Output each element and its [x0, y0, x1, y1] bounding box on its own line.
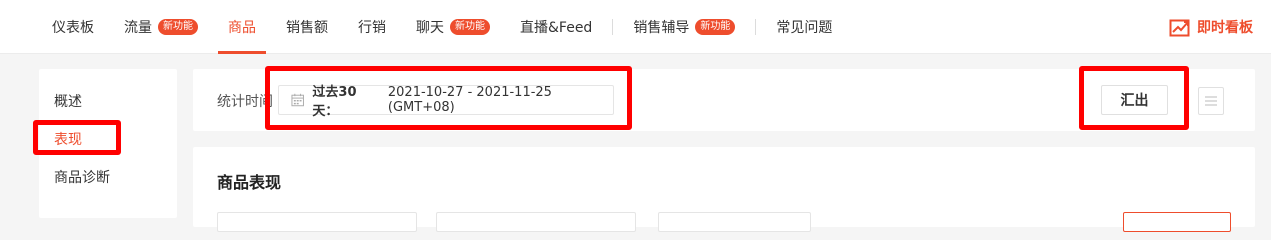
top-navigation: 仪表板 流量 新功能 商品 销售额 行销 聊天 新功能 直播&Feed 销售辅导…	[0, 0, 1271, 54]
nav-item-products[interactable]: 商品	[218, 0, 266, 54]
sidebar-item-label: 表现	[54, 132, 82, 148]
trend-chart-icon	[1169, 19, 1190, 37]
action-button[interactable]	[1123, 212, 1231, 232]
nav-item-dashboard[interactable]: 仪表板	[52, 0, 94, 54]
nav-item-chat[interactable]: 聊天 新功能	[416, 0, 490, 54]
export-button[interactable]: 汇出	[1101, 85, 1168, 115]
product-performance-card: 商品表现	[193, 147, 1255, 232]
new-feature-badge: 新功能	[158, 19, 198, 35]
sidebar-item-performance[interactable]: 表现	[54, 129, 82, 149]
sidebar-item-product-diagnosis[interactable]: 商品诊断	[54, 167, 110, 187]
realtime-dashboard-link[interactable]: 即时看板	[1169, 0, 1253, 54]
nav-item-label: 销售额	[286, 20, 328, 36]
nav-divider	[612, 19, 614, 35]
nav-item-label: 聊天	[416, 20, 444, 36]
new-feature-badge: 新功能	[695, 19, 736, 35]
section-title: 商品表现	[217, 173, 282, 192]
filter-bar: 统计时间 过去30 天： 2021-10-27 - 2021-11-25 (GM…	[193, 69, 1255, 131]
date-range-picker[interactable]: 过去30 天： 2021-10-27 - 2021-11-25 (GMT+08)	[278, 85, 614, 119]
nav-item-livestream-feed[interactable]: 直播&Feed	[520, 0, 592, 54]
calendar-icon	[291, 93, 304, 107]
new-feature-badge: 新功能	[450, 19, 490, 35]
main-nav: 仪表板 流量 新功能 商品 销售额 行销 聊天 新功能 直播&Feed 销售辅导…	[52, 0, 862, 54]
nav-item-label: 常见问题	[776, 20, 833, 36]
nav-item-label: 直播&Feed	[520, 20, 593, 36]
nav-item-label: 商品	[228, 20, 256, 36]
sidebar: 概述 表现 商品诊断	[39, 69, 177, 218]
menu-icon	[1205, 96, 1217, 106]
nav-item-label: 流量	[124, 20, 152, 36]
nav-divider	[755, 19, 757, 35]
sidebar-item-label: 概述	[54, 94, 82, 110]
nav-item-sales-coaching[interactable]: 销售辅导 新功能	[633, 0, 736, 54]
nav-item-marketing[interactable]: 行销	[358, 0, 386, 54]
metric-filter-box[interactable]	[217, 212, 417, 232]
nav-item-traffic[interactable]: 流量 新功能	[124, 0, 198, 54]
nav-item-faq[interactable]: 常见问题	[776, 0, 832, 54]
menu-button[interactable]	[1198, 87, 1224, 115]
nav-item-label: 销售辅导	[633, 20, 690, 36]
date-range-prefix: 过去30 天：	[312, 85, 357, 119]
nav-item-label: 行销	[358, 20, 386, 36]
nav-item-label: 仪表板	[52, 20, 94, 36]
date-range-value: 2021-10-27 - 2021-11-25 (GMT+08)	[387, 85, 552, 115]
export-button-label: 汇出	[1120, 93, 1149, 109]
nav-item-sales[interactable]: 销售额	[286, 0, 328, 54]
sidebar-item-overview[interactable]: 概述	[54, 91, 82, 111]
sidebar-item-label: 商品诊断	[54, 170, 110, 186]
metric-filter-box[interactable]	[436, 212, 636, 232]
metric-filter-box[interactable]	[658, 212, 811, 232]
realtime-dashboard-label: 即时看板	[1197, 20, 1253, 36]
stat-period-label: 统计时间	[217, 94, 273, 110]
